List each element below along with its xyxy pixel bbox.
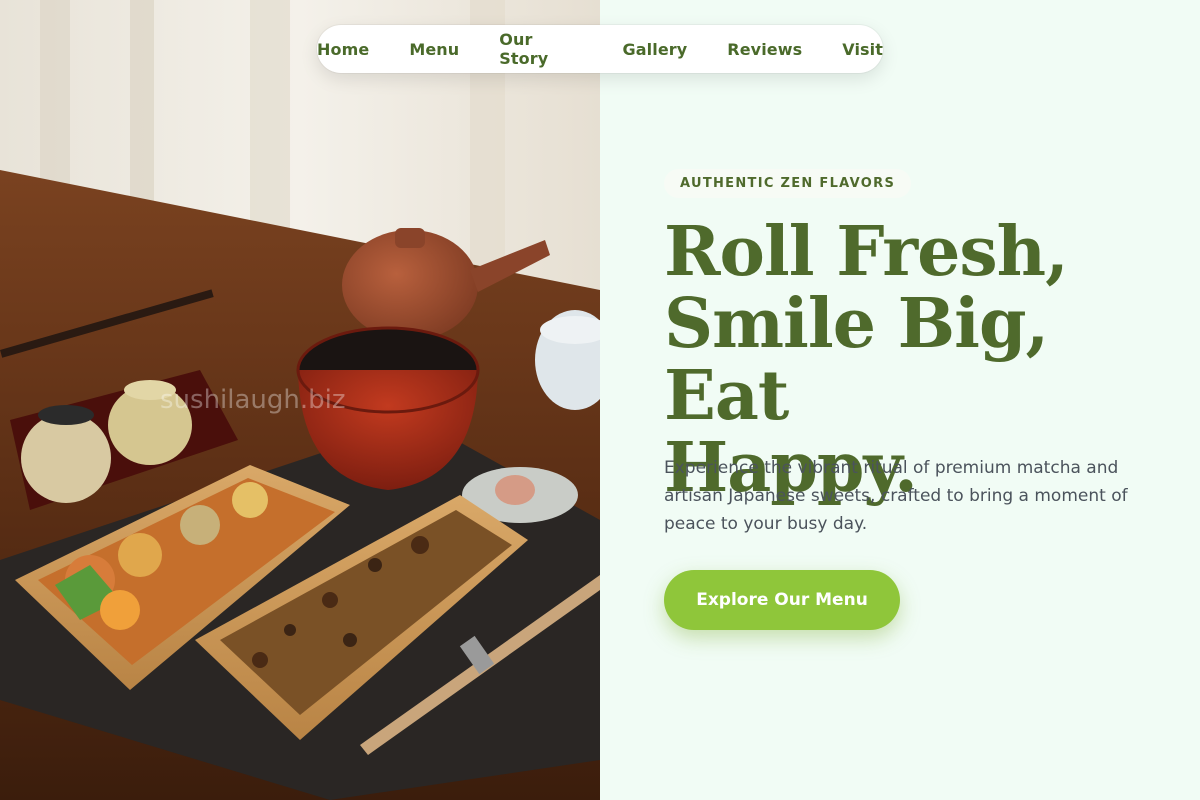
nav-link-menu[interactable]: Menu: [409, 40, 459, 59]
headline-line-2: Smile Big, Eat: [664, 284, 1049, 436]
nav-link-visit[interactable]: Visit: [842, 40, 883, 59]
nav-link-gallery[interactable]: Gallery: [623, 40, 688, 59]
hero-photo: sushilaugh.biz: [0, 0, 600, 800]
explore-menu-button[interactable]: Explore Our Menu: [664, 570, 900, 630]
nav-link-our-story[interactable]: Our Story: [499, 30, 582, 68]
nav-link-home[interactable]: Home: [317, 40, 369, 59]
hero-description: Experience the vibrant ritual of premium…: [664, 458, 1128, 534]
headline-line-1: Roll Fresh,: [664, 212, 1069, 292]
top-navigation: Home Menu Our Story Gallery Reviews Visi…: [317, 25, 883, 73]
watermark-text: sushilaugh.biz: [160, 385, 346, 415]
nav-link-reviews[interactable]: Reviews: [727, 40, 802, 59]
eyebrow-badge: AUTHENTIC ZEN FLAVORS: [664, 169, 912, 198]
